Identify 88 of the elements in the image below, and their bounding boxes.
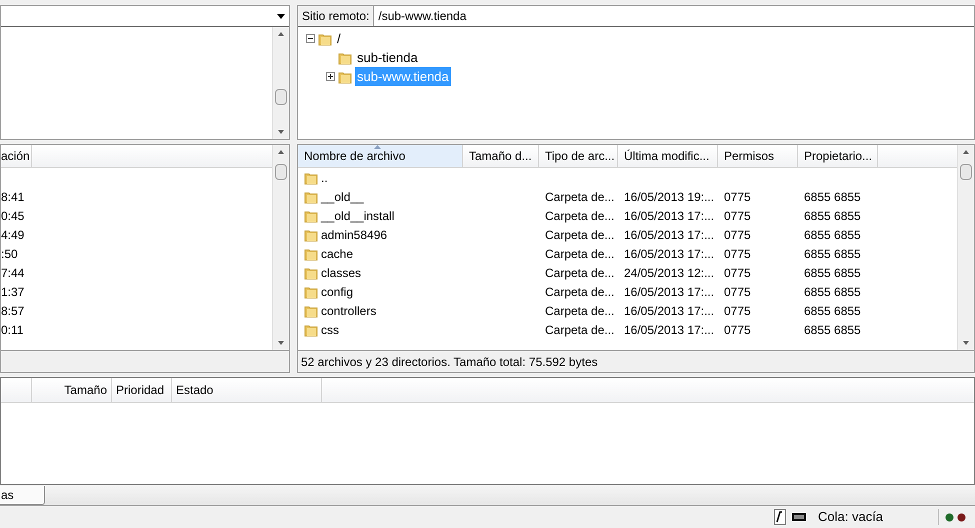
table-cell: 0775 bbox=[724, 266, 751, 280]
table-cell: 0775 bbox=[724, 246, 751, 260]
scrollbar[interactable] bbox=[272, 145, 289, 350]
table-cell: 16/05/2013 19:... bbox=[624, 190, 714, 204]
table-cell-text: :50 bbox=[1, 246, 18, 262]
folder-icon bbox=[304, 284, 318, 298]
table-cell: 16/05/2013 17:... bbox=[624, 284, 714, 298]
file-name[interactable]: __old__ bbox=[321, 188, 364, 206]
folder-icon bbox=[304, 190, 318, 204]
table-cell: Carpeta de... bbox=[545, 284, 614, 298]
folder-icon bbox=[304, 304, 318, 318]
sort-arrow-icon bbox=[374, 145, 381, 149]
table-cell-text: 0:11 bbox=[1, 322, 24, 338]
remote-site-label: Sitio remoto: bbox=[298, 6, 374, 26]
table-cell: 16/05/2013 17:... bbox=[624, 246, 714, 260]
table-cell: 6855 6855 bbox=[804, 266, 861, 280]
folder-icon bbox=[338, 50, 352, 64]
table-cell-text: 4:49 bbox=[1, 226, 24, 244]
table-cell: 6855 6855 bbox=[804, 190, 861, 204]
tree-item[interactable]: sub-tienda bbox=[355, 48, 420, 68]
table-cell-text: 8:57 bbox=[1, 302, 24, 320]
table-cell: Carpeta de... bbox=[545, 322, 614, 336]
tab[interactable]: as bbox=[0, 486, 45, 505]
caret-icon bbox=[277, 14, 285, 18]
file-name[interactable]: config bbox=[321, 282, 354, 300]
table-cell: 6855 6855 bbox=[804, 208, 861, 222]
file-name[interactable]: classes bbox=[321, 264, 362, 282]
scrollbar[interactable] bbox=[272, 27, 289, 139]
table-cell: 0775 bbox=[724, 208, 751, 222]
indicator-icon bbox=[774, 509, 786, 525]
table-cell: 16/05/2013 17:... bbox=[624, 322, 714, 336]
column-header[interactable]: Propietario... bbox=[798, 145, 878, 167]
file-name[interactable]: cache bbox=[321, 244, 354, 262]
file-name[interactable]: admin58496 bbox=[321, 226, 388, 244]
table-cell: 6855 6855 bbox=[804, 322, 861, 336]
folder-icon bbox=[338, 70, 352, 84]
table-cell: 0775 bbox=[724, 322, 751, 336]
table-cell: 0775 bbox=[724, 228, 751, 242]
file-name[interactable]: __old__install bbox=[321, 206, 394, 224]
speed-limit-icon bbox=[792, 513, 806, 521]
folder-icon bbox=[304, 170, 318, 184]
table-cell-text: 1:37 bbox=[1, 284, 24, 300]
queue-status: Cola: vacía bbox=[817, 508, 884, 526]
column-header[interactable]: Prioridad bbox=[112, 378, 172, 402]
table-cell-text: 8:41 bbox=[1, 188, 24, 206]
column-header[interactable]: Permisos bbox=[718, 145, 798, 167]
file-name[interactable]: controllers bbox=[321, 302, 376, 320]
table-cell: Carpeta de... bbox=[545, 208, 614, 222]
column-header[interactable]: Estado bbox=[172, 378, 322, 402]
table-cell: Carpeta de... bbox=[545, 246, 614, 260]
table-cell: 16/05/2013 17:... bbox=[624, 304, 714, 318]
table-cell: 24/05/2013 12:... bbox=[624, 266, 714, 280]
table-cell: Carpeta de... bbox=[545, 266, 614, 280]
table-cell: Carpeta de... bbox=[545, 304, 614, 318]
remote-path-field[interactable]: /sub-www.tienda bbox=[374, 6, 974, 26]
column-header[interactable]: Última modific... bbox=[618, 145, 718, 167]
folder-icon bbox=[304, 208, 318, 222]
table-cell: Carpeta de... bbox=[545, 228, 614, 242]
file-name[interactable]: .. bbox=[321, 168, 328, 186]
folder-icon bbox=[304, 266, 318, 280]
table-cell-text: 0:45 bbox=[1, 208, 24, 224]
table-cell: 0775 bbox=[724, 284, 751, 298]
column-header[interactable]: Tamaño d... bbox=[463, 145, 539, 167]
collapse-icon[interactable] bbox=[306, 34, 315, 43]
table-cell: Carpeta de... bbox=[545, 190, 614, 204]
column-header[interactable]: Tipo de arc... bbox=[539, 145, 618, 167]
table-cell: 0775 bbox=[724, 190, 751, 204]
status-lights-icon bbox=[945, 512, 967, 522]
table-cell-text: 7:44 bbox=[1, 264, 24, 282]
file-name[interactable]: css bbox=[321, 320, 339, 338]
tree-item[interactable]: / bbox=[335, 28, 343, 48]
table-cell: 0775 bbox=[724, 304, 751, 318]
table-cell: 16/05/2013 17:... bbox=[624, 208, 714, 222]
expand-icon[interactable] bbox=[326, 72, 335, 81]
scrollbar[interactable] bbox=[957, 145, 974, 350]
table-cell: 6855 6855 bbox=[804, 228, 861, 242]
column-header[interactable]: ación bbox=[1, 145, 32, 167]
table-cell: 6855 6855 bbox=[804, 284, 861, 298]
folder-icon bbox=[304, 322, 318, 336]
table-cell: 6855 6855 bbox=[804, 246, 861, 260]
status-text: 52 archivos y 23 directorios. Tamaño total: 75.592 bytes bbox=[301, 354, 598, 370]
column-header[interactable]: Tamaño bbox=[32, 378, 112, 402]
table-cell: 16/05/2013 17:... bbox=[624, 228, 714, 242]
folder-icon bbox=[304, 246, 318, 260]
column-header[interactable]: Nombre de archivo bbox=[298, 145, 463, 167]
folder-icon bbox=[304, 228, 318, 242]
table-cell: 6855 6855 bbox=[804, 304, 861, 318]
folder-icon bbox=[318, 32, 332, 46]
